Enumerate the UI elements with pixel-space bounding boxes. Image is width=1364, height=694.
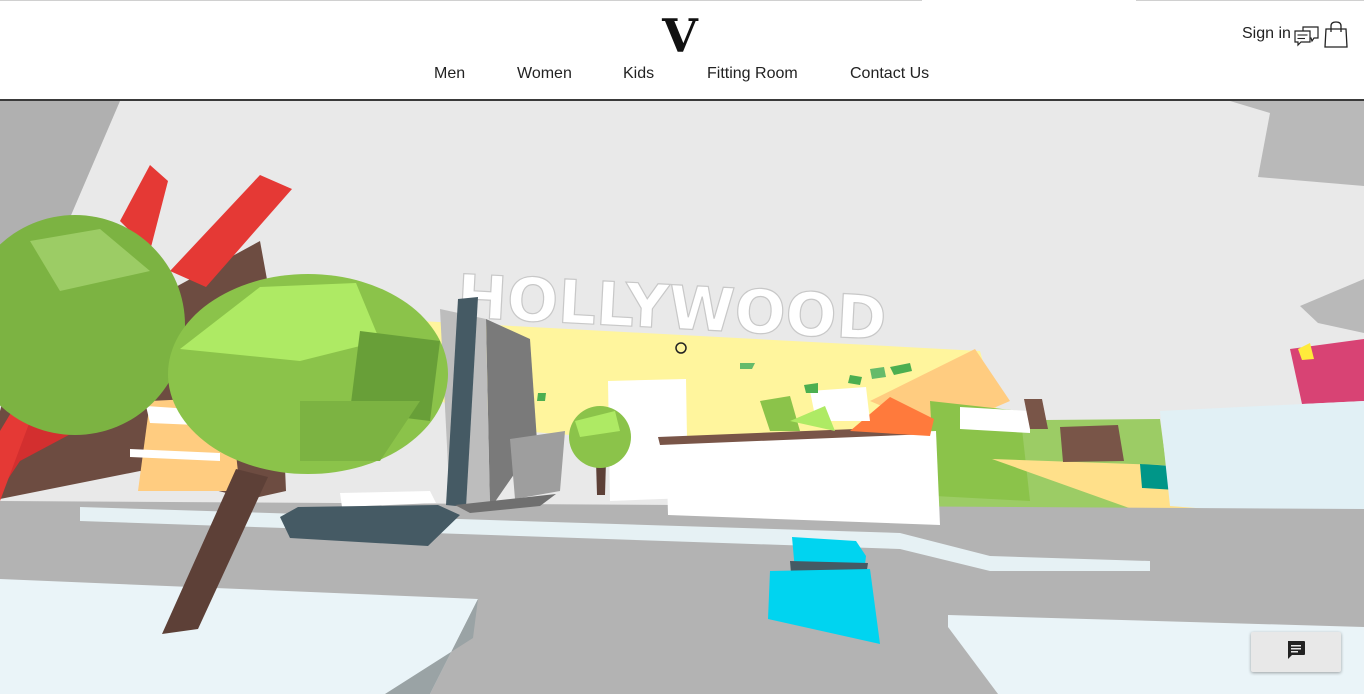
header-top-gap <box>922 0 1136 2</box>
sign-in-link[interactable]: Sign in <box>1242 25 1291 43</box>
site-header: V Men Women Kids Fitting Room Contact Us… <box>0 0 1364 100</box>
message-icon <box>1285 639 1307 666</box>
nav-item-women[interactable]: Women <box>517 65 572 83</box>
chat-bubbles-icon[interactable] <box>1294 23 1320 52</box>
shopping-bag-icon[interactable] <box>1324 21 1348 53</box>
main-nav: Men Women Kids Fitting Room Contact Us <box>0 65 1364 87</box>
nav-item-contact-us[interactable]: Contact Us <box>850 65 929 83</box>
header-divider <box>0 99 1364 101</box>
brand-logo[interactable]: V <box>658 11 702 61</box>
nav-item-men[interactable]: Men <box>434 65 465 83</box>
nav-item-fitting-room[interactable]: Fitting Room <box>707 65 798 83</box>
chat-button[interactable] <box>1251 632 1341 672</box>
3d-scene-canvas[interactable]: HOLLYWOOD <box>0 101 1364 694</box>
nav-item-kids[interactable]: Kids <box>623 65 654 83</box>
